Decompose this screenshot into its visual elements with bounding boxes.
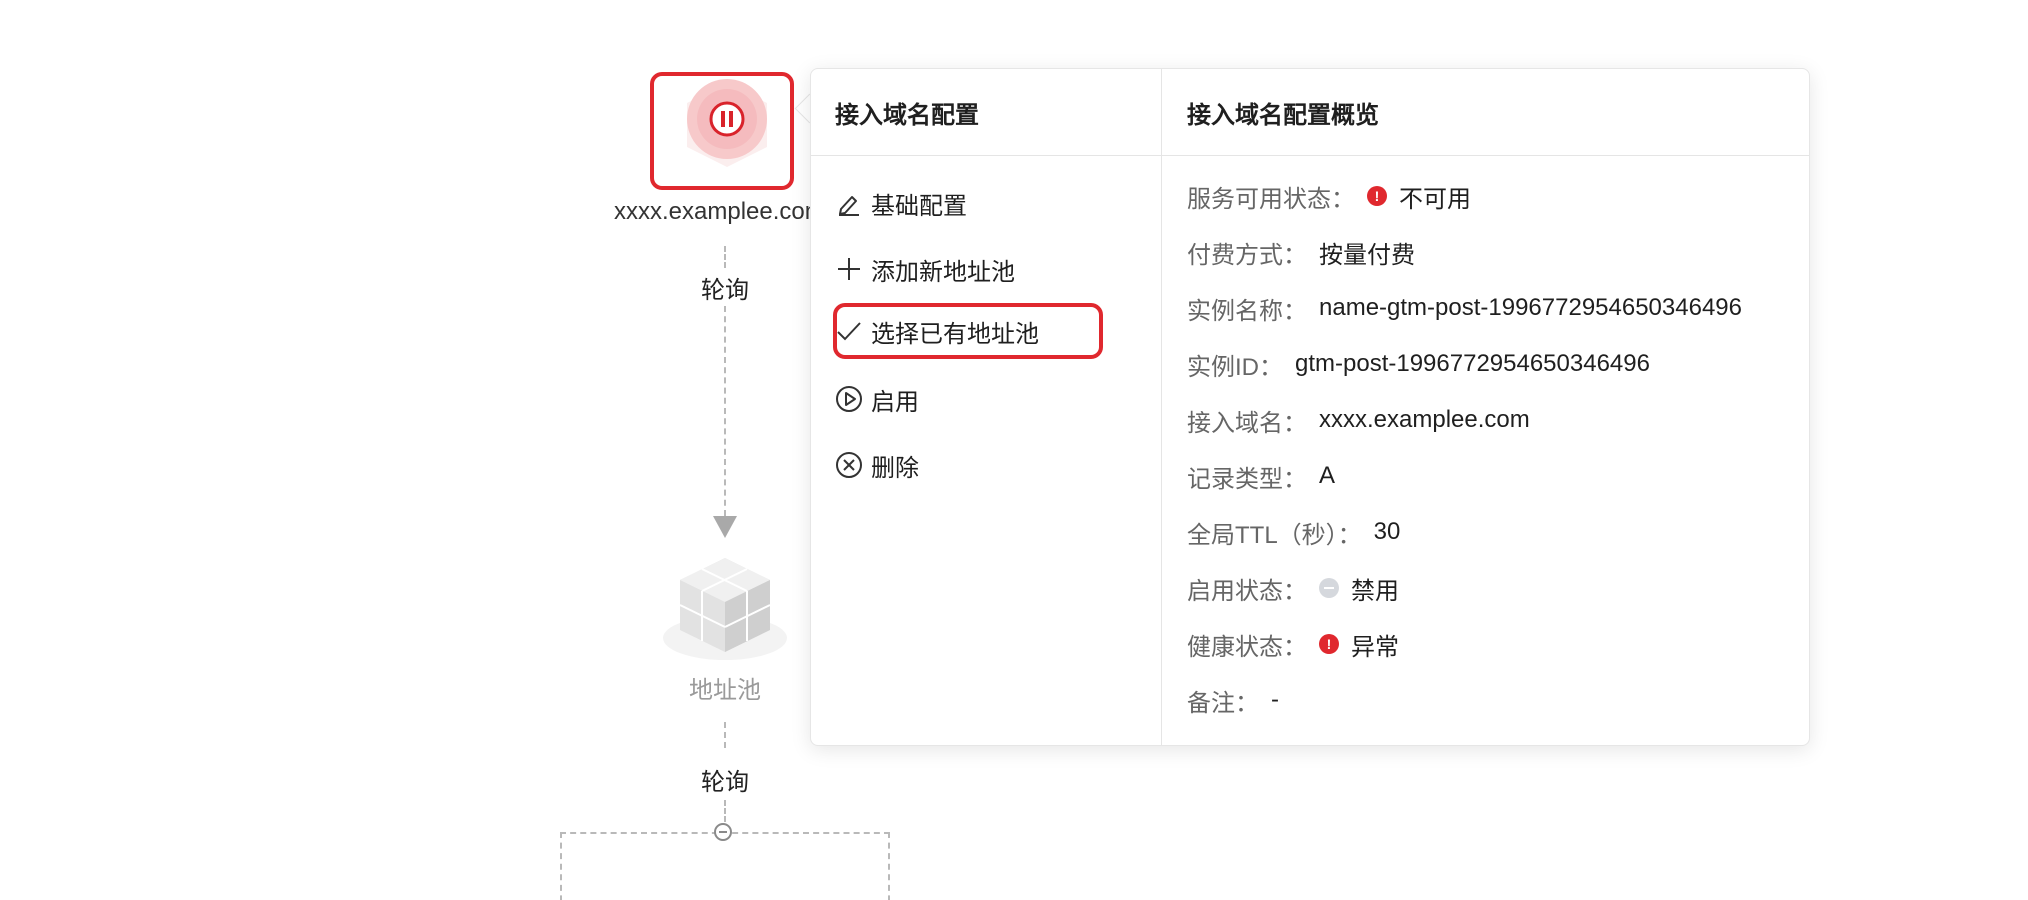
plus-icon bbox=[838, 258, 860, 280]
info-row-enable-status: 启用状态： 禁用 bbox=[1187, 571, 1399, 605]
domain-config-popup: 接入域名配置 接入域名配置概览 基础配置 添加新地址池 选择已有地址池 启用 删… bbox=[810, 68, 1810, 746]
overview-title: 接入域名配置概览 bbox=[1187, 102, 1379, 129]
info-label: 全局TTL（秒）： bbox=[1187, 521, 1362, 549]
domain-node-icon[interactable] bbox=[683, 75, 771, 175]
flow-connector bbox=[724, 800, 726, 822]
info-value: 30 bbox=[1373, 518, 1401, 545]
info-label: 健康状态： bbox=[1187, 633, 1307, 661]
info-value: xxxx.examplee.com bbox=[1319, 406, 1530, 433]
info-label: 接入域名： bbox=[1187, 409, 1307, 437]
edit-icon bbox=[839, 196, 859, 216]
info-label: 付费方式： bbox=[1187, 241, 1307, 269]
info-row-service-status: 服务可用状态： 不可用 bbox=[1187, 179, 1471, 213]
info-row-instance-name: 实例名称： name-gtm-post-1996772954650346496 bbox=[1187, 291, 1742, 325]
domain-node-label: xxxx.examplee.com bbox=[614, 198, 814, 225]
info-label: 实例名称： bbox=[1187, 297, 1307, 325]
menu-item-label: 启用 bbox=[871, 388, 919, 416]
info-row-billing: 付费方式： 按量付费 bbox=[1187, 235, 1415, 269]
info-label: 服务可用状态： bbox=[1187, 185, 1355, 213]
info-label: 实例ID： bbox=[1187, 353, 1283, 381]
menu-title: 接入域名配置 bbox=[835, 102, 979, 129]
flow-arrow-icon bbox=[713, 516, 737, 538]
flow-connector bbox=[724, 246, 726, 268]
info-row-health-status: 健康状态： 异常 bbox=[1187, 627, 1399, 661]
close-circle-icon bbox=[836, 452, 862, 478]
info-row-record-type: 记录类型： A bbox=[1187, 459, 1335, 493]
menu-item-basic-config[interactable]: 基础配置 bbox=[835, 183, 967, 223]
info-row-instance-id: 实例ID： gtm-post-1996772954650346496 bbox=[1187, 347, 1650, 381]
info-value: gtm-post-1996772954650346496 bbox=[1295, 350, 1650, 377]
menu-item-select-pool[interactable]: 选择已有地址池 bbox=[835, 311, 1039, 351]
info-label: 备注： bbox=[1187, 689, 1259, 717]
info-row-remark: 备注： - bbox=[1187, 683, 1279, 717]
collapse-icon[interactable] bbox=[714, 823, 732, 841]
menu-item-add-pool[interactable]: 添加新地址池 bbox=[835, 249, 1015, 289]
error-icon bbox=[1319, 634, 1339, 654]
info-value: - bbox=[1271, 686, 1279, 713]
info-value: 不可用 bbox=[1399, 185, 1471, 213]
info-row-global-ttl: 全局TTL（秒）： 30 bbox=[1187, 515, 1400, 549]
info-value: 异常 bbox=[1351, 633, 1399, 661]
divider bbox=[811, 155, 1809, 156]
menu-item-enable[interactable]: 启用 bbox=[835, 379, 919, 419]
info-value: name-gtm-post-1996772954650346496 bbox=[1319, 294, 1742, 321]
info-label: 记录类型： bbox=[1187, 465, 1307, 493]
address-pool-icon[interactable] bbox=[660, 548, 790, 668]
error-icon bbox=[1367, 186, 1387, 206]
info-value: 禁用 bbox=[1351, 577, 1399, 605]
info-value: 按量付费 bbox=[1319, 241, 1415, 269]
menu-item-label: 删除 bbox=[871, 454, 919, 482]
menu-item-delete[interactable]: 删除 bbox=[835, 445, 919, 485]
poll-label: 轮询 bbox=[701, 769, 749, 796]
info-row-domain: 接入域名： xxxx.examplee.com bbox=[1187, 403, 1530, 437]
flow-connector bbox=[724, 306, 726, 516]
info-value: A bbox=[1319, 462, 1336, 489]
address-pool-label: 地址池 bbox=[689, 677, 761, 704]
check-icon bbox=[837, 322, 861, 341]
divider bbox=[1161, 69, 1162, 745]
info-label: 启用状态： bbox=[1187, 577, 1307, 605]
poll-label: 轮询 bbox=[701, 277, 749, 304]
menu-item-label: 基础配置 bbox=[871, 192, 967, 220]
flow-connector bbox=[724, 722, 726, 748]
address-group-box bbox=[560, 832, 890, 900]
canvas: xxxx.examplee.com 轮询 地址池 轮询 接入域名配置 接入域名配… bbox=[0, 0, 2028, 900]
disabled-icon bbox=[1319, 578, 1339, 598]
play-circle-icon bbox=[836, 386, 862, 412]
menu-item-label: 添加新地址池 bbox=[871, 258, 1015, 286]
menu-item-label: 选择已有地址池 bbox=[871, 320, 1039, 348]
